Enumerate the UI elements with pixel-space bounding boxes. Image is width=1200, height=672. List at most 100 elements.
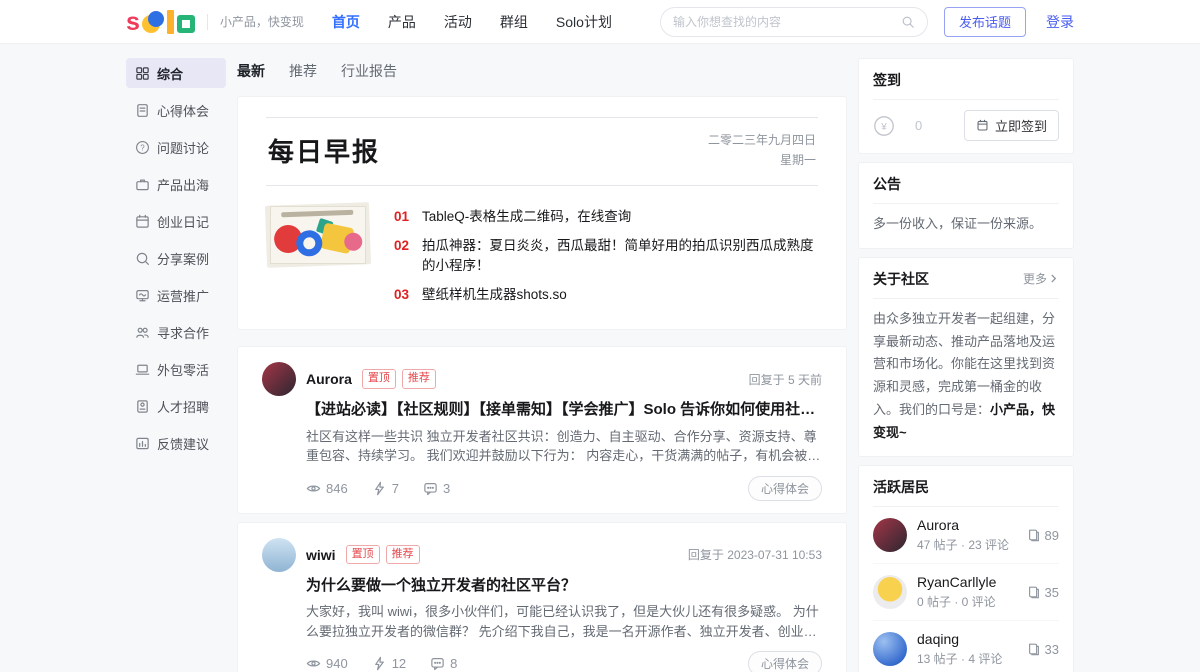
user-name[interactable]: Aurora	[917, 517, 1009, 533]
signin-button[interactable]: 立即签到	[964, 110, 1059, 141]
active-user-row[interactable]: daqing 13 帖子 · 4 评论 33	[873, 621, 1059, 672]
sidebar-item[interactable]: ? 问题讨论	[126, 132, 226, 162]
daily-report-thumbnail[interactable]	[265, 202, 371, 268]
sidebar-item[interactable]: 外包零活	[126, 354, 226, 384]
post-title[interactable]: 【进站必读】【社区规则】【接单需知】【学会推广】Solo 告诉你如何使用社区，同…	[306, 399, 822, 422]
report-item-number: 01	[394, 207, 409, 227]
sidebar-item-icon	[135, 214, 150, 229]
logo-letter-s: s	[126, 11, 139, 33]
sidebar-item-icon	[135, 177, 150, 192]
post-author[interactable]: Aurora	[306, 371, 352, 387]
avatar[interactable]	[873, 632, 907, 666]
user-name[interactable]: RyanCarllyle	[917, 574, 996, 590]
search-input[interactable]	[673, 15, 901, 29]
nav-item[interactable]: Solo计划	[556, 12, 612, 32]
nav-item[interactable]: 活动	[444, 12, 472, 32]
post-card[interactable]: wiwi 置顶 推荐 回复于 2023-07-31 10:53	[237, 522, 847, 672]
sidebar-item-icon	[135, 66, 150, 81]
daily-report-header: 每日早报 二零二三年九月四日 星期一	[266, 117, 818, 186]
post-category[interactable]: 心得体会	[748, 476, 822, 501]
sidebar-item-icon	[135, 103, 150, 118]
right-sidebar: 签到 ¥ 0 立即签到 公告 多一份收入，保证一份来源。	[858, 58, 1074, 672]
user-score: 33	[1027, 642, 1059, 657]
avatar[interactable]	[262, 362, 296, 396]
active-user-row[interactable]: Aurora 47 帖子 · 23 评论 89	[873, 507, 1059, 564]
post-author[interactable]: wiwi	[306, 547, 336, 563]
search-box[interactable]	[660, 7, 928, 37]
comment-stat[interactable]: 8	[430, 656, 457, 671]
sidebar-item-icon: ?	[135, 140, 150, 155]
daily-report-date: 二零二三年九月四日 星期一	[708, 130, 816, 171]
sidebar-item-label: 心得体会	[157, 101, 209, 120]
coin-icon: ¥	[873, 115, 895, 137]
post-badge: 置顶	[362, 369, 396, 388]
post-excerpt: 大家好，我叫 wiwi，很多小伙伴们，可能已经认识我了，但是大伙儿还有很多疑惑。…	[306, 602, 822, 641]
about-card: 关于社区 更多 由众多独立开发者一起组建，分享最新动态、推动产品落地及运营和市场…	[858, 257, 1074, 458]
sidebar-item-icon	[135, 436, 150, 451]
sidebar-item[interactable]: 产品出海	[126, 169, 226, 199]
comment-stat[interactable]: 3	[423, 481, 450, 496]
sidebar-item-label: 运营推广	[157, 286, 209, 305]
post-card[interactable]: Aurora 置顶 推荐 回复于 5 天前 【进站必读】【	[237, 346, 847, 514]
daily-report-item[interactable]: 03 壁纸样机生成器shots.so	[394, 285, 818, 305]
report-date-line2: 星期一	[708, 150, 816, 170]
sidebar-item[interactable]: 分享案例	[126, 243, 226, 273]
nav-item[interactable]: 群组	[500, 12, 528, 32]
signin-title: 签到	[873, 70, 901, 90]
user-stats: 0 帖子 · 0 评论	[917, 593, 996, 610]
svg-text:¥: ¥	[880, 122, 887, 133]
daily-report-item[interactable]: 01 TableQ-表格生成二维码，在线查询	[394, 207, 818, 227]
solo-logo[interactable]: s	[126, 10, 195, 34]
about-title: 关于社区	[873, 269, 929, 289]
sidebar-item[interactable]: 综合	[126, 58, 226, 88]
sidebar-item-icon	[135, 288, 150, 303]
post-time: 回复于 2023-07-31 10:53	[688, 546, 822, 563]
avatar[interactable]	[873, 518, 907, 552]
search-icon[interactable]	[901, 15, 915, 29]
nav-item[interactable]: 首页	[332, 12, 360, 32]
sidebar-item[interactable]: 运营推广	[126, 280, 226, 310]
post-content: 为什么要做一个独立开发者的社区平台？ 大家好，我叫 wiwi，很多小伙伴们，可能…	[306, 575, 822, 672]
avatar[interactable]	[262, 538, 296, 572]
bolt-icon	[372, 656, 387, 671]
page: s 小产品，快变现 首页 产品 活动 群组 Solo计划	[0, 0, 1200, 672]
report-date-line1: 二零二三年九月四日	[708, 130, 816, 150]
user-stats: 47 帖子 · 23 评论	[917, 536, 1009, 553]
sidebar-item[interactable]: 寻求合作	[126, 317, 226, 347]
login-link[interactable]: 登录	[1046, 12, 1074, 32]
post-badges: 置顶 推荐	[362, 369, 436, 388]
user-score: 35	[1027, 585, 1059, 600]
like-stat[interactable]: 7	[372, 481, 399, 496]
feed-tab[interactable]: 行业报告	[341, 61, 397, 81]
sidebar-item-icon	[135, 325, 150, 340]
feed-tab[interactable]: 推荐	[289, 61, 317, 81]
user-score: 89	[1027, 528, 1059, 543]
post-content: 【进站必读】【社区规则】【接单需知】【学会推广】Solo 告诉你如何使用社区，同…	[306, 399, 822, 501]
user-name[interactable]: daqing	[917, 631, 1002, 647]
publish-topic-button[interactable]: 发布话题	[944, 7, 1026, 37]
about-more-link[interactable]: 更多	[1023, 270, 1059, 287]
like-stat[interactable]: 12	[372, 656, 406, 671]
eye-icon	[306, 481, 321, 496]
announcement-text: 多一份收入，保证一份来源。	[873, 213, 1059, 236]
svg-text:?: ?	[140, 143, 145, 152]
avatar[interactable]	[873, 575, 907, 609]
nav-item[interactable]: 产品	[388, 12, 416, 32]
sidebar-item[interactable]: 创业日记	[126, 206, 226, 236]
post-title[interactable]: 为什么要做一个独立开发者的社区平台？	[306, 575, 822, 598]
user-info: RyanCarllyle 0 帖子 · 0 评论	[917, 574, 996, 610]
feed-tab[interactable]: 最新	[237, 61, 265, 81]
sidebar-item[interactable]: 人才招聘	[126, 391, 226, 421]
sidebar-item[interactable]: 心得体会	[126, 95, 226, 125]
about-text: 由众多独立开发者一起组建，分享最新动态、推动产品落地及运营和市场化。你能在这里找…	[873, 308, 1059, 445]
active-user-row[interactable]: RyanCarllyle 0 帖子 · 0 评论 35	[873, 564, 1059, 621]
report-item-number: 02	[394, 236, 409, 275]
logo-letter-o2	[177, 15, 195, 33]
post-category[interactable]: 心得体会	[748, 651, 822, 672]
user-stats: 13 帖子 · 4 评论	[917, 650, 1002, 667]
primary-nav: 首页 产品 活动 群组 Solo计划	[332, 12, 612, 32]
sidebar-item-label: 问题讨论	[157, 138, 209, 157]
sidebar-item[interactable]: 反馈建议	[126, 428, 226, 458]
daily-report-item[interactable]: 02 拍瓜神器：夏日炎炎，西瓜最甜！简单好用的拍瓜识别西瓜成熟度的小程序！	[394, 236, 818, 275]
sidebar-item-icon	[135, 399, 150, 414]
